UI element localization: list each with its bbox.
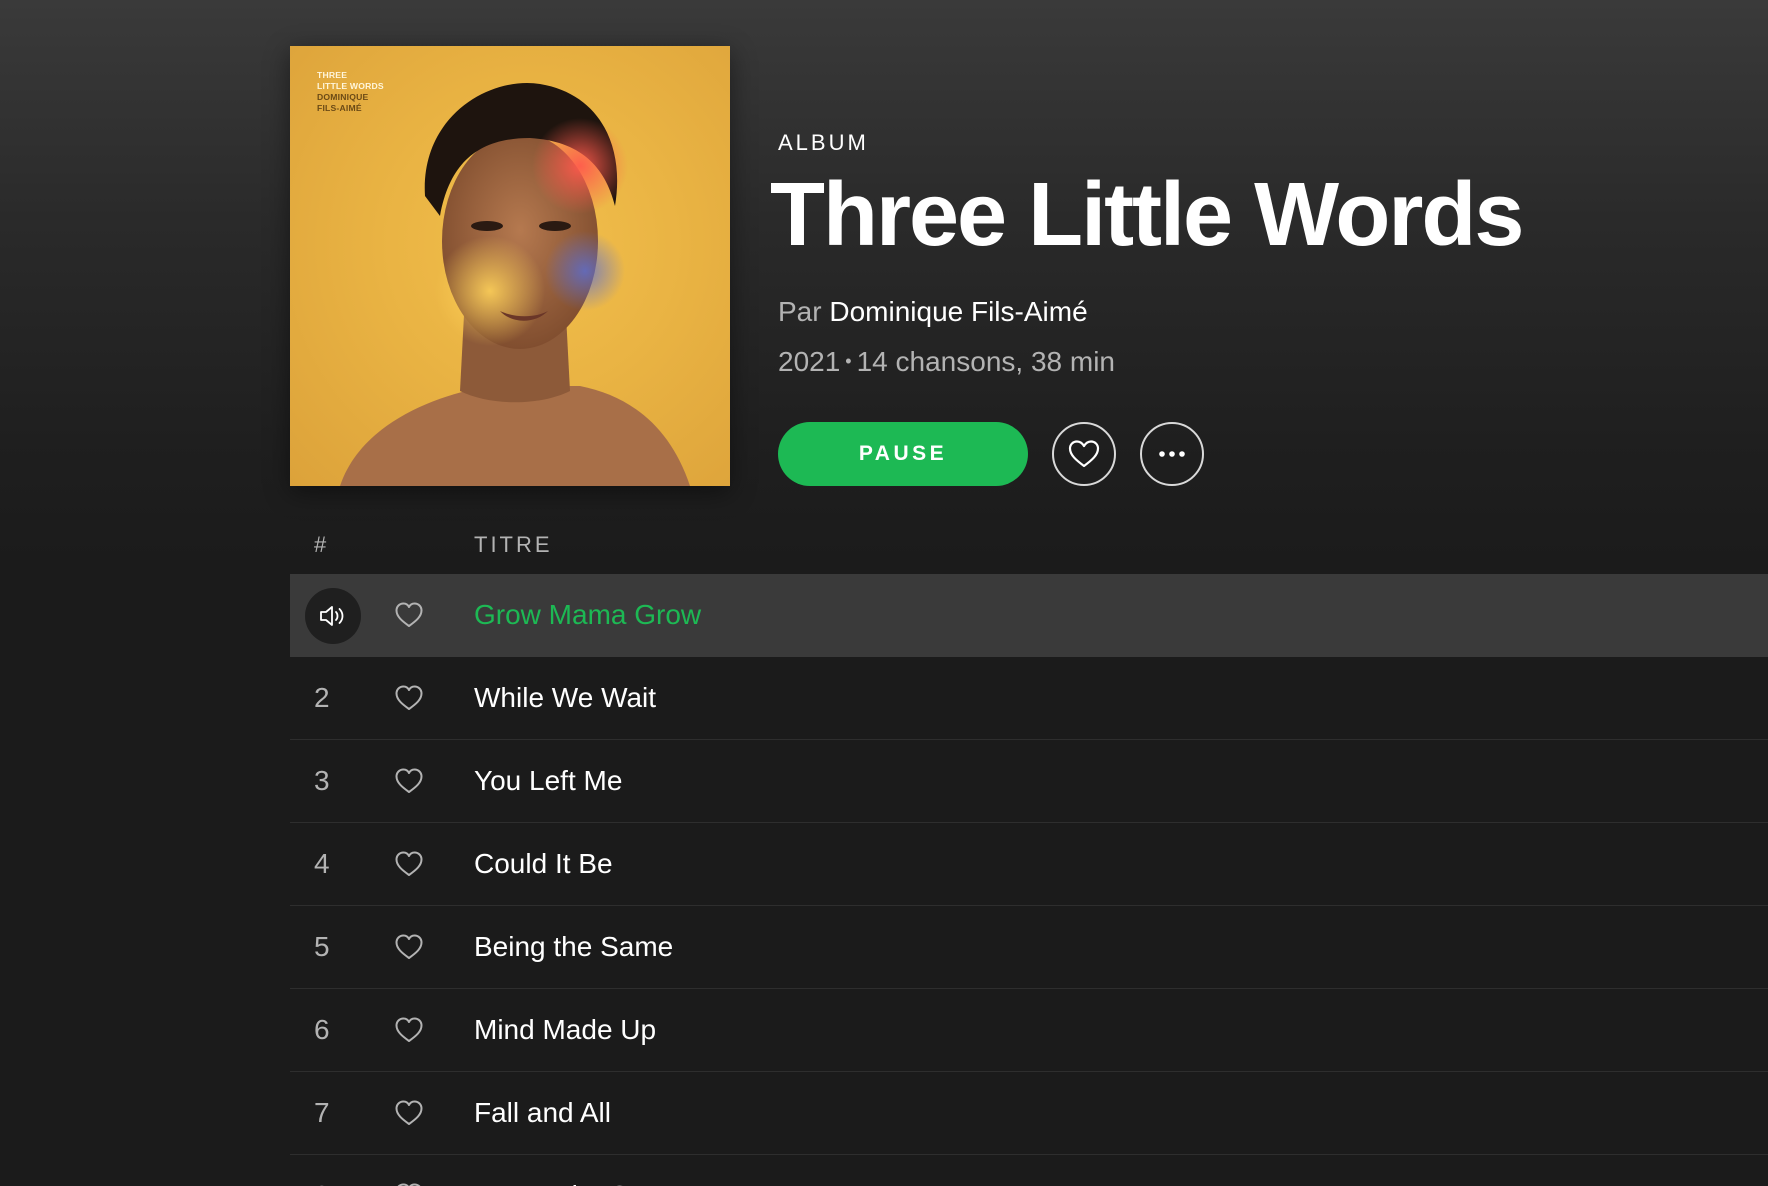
- now-playing-indicator[interactable]: [305, 588, 361, 644]
- track-number: 8: [314, 1155, 344, 1186]
- more-options-button[interactable]: [1140, 422, 1204, 486]
- album-artist-line: Par Dominique Fils-Aimé: [778, 296, 1088, 328]
- album-title: Three Little Words: [770, 165, 1524, 265]
- track-number: 4: [314, 848, 330, 879]
- by-label: Par: [778, 296, 822, 327]
- track-row[interactable]: 6 Mind Made Up: [290, 989, 1768, 1072]
- cover-text-line: FILS-AIMÉ: [317, 103, 362, 113]
- heart-icon[interactable]: [394, 1016, 424, 1044]
- cover-text: THREE LITTLE WORDS DOMINIQUE FILS-AIMÉ: [317, 70, 437, 114]
- album-meta: 2021 • 14 chansons, 38 min: [778, 346, 1115, 378]
- album-year: 2021: [778, 346, 841, 377]
- track-title: Fall and All: [474, 1097, 611, 1128]
- track-row[interactable]: 3 You Left Me: [290, 740, 1768, 823]
- track-title: Being the Same: [474, 931, 674, 962]
- heart-icon[interactable]: [394, 1182, 424, 1186]
- heart-icon[interactable]: [394, 1099, 424, 1127]
- track-title: Love Take Over: [474, 1155, 670, 1186]
- pause-button[interactable]: PAUSE: [778, 422, 1028, 486]
- track-number: 5: [314, 931, 330, 962]
- track-title: While We Wait: [474, 682, 657, 713]
- track-title: Grow Mama Grow: [474, 599, 702, 630]
- track-row[interactable]: 8 Love Take Over: [290, 1155, 1768, 1186]
- cover-text-line: LITTLE WORDS: [317, 81, 384, 91]
- cover-text-line: THREE: [317, 70, 348, 80]
- like-album-button[interactable]: [1052, 422, 1116, 486]
- heart-icon[interactable]: [394, 684, 424, 712]
- track-title: You Left Me: [474, 765, 623, 796]
- album-type-label: ALBUM: [778, 130, 869, 155]
- track-title: Mind Made Up: [474, 1014, 657, 1045]
- track-list: Grow Mama Grow 2 While We Wait 3 You Lef…: [290, 574, 1768, 1186]
- track-row[interactable]: Grow Mama Grow: [290, 574, 1768, 657]
- track-number: 2: [314, 682, 330, 713]
- heart-icon[interactable]: [394, 601, 424, 629]
- heart-icon[interactable]: [394, 850, 424, 878]
- track-number: 6: [314, 1014, 330, 1045]
- track-row[interactable]: 4 Could It Be: [290, 823, 1768, 906]
- more-dots-icon: [1159, 451, 1185, 457]
- heart-icon: [1068, 440, 1100, 468]
- column-header-number: #: [314, 532, 327, 557]
- track-number: 7: [314, 1097, 330, 1128]
- speaker-icon: [320, 606, 344, 626]
- album-details: 14 chansons, 38 min: [856, 346, 1115, 377]
- track-number: 3: [314, 765, 330, 796]
- album-page: THREE LITTLE WORDS DOMINIQUE FILS-AIMÉ A…: [0, 0, 1768, 1186]
- track-title: Could It Be: [474, 848, 613, 879]
- album-cover-image: THREE LITTLE WORDS DOMINIQUE FILS-AIMÉ: [290, 46, 730, 486]
- track-row[interactable]: 5 Being the Same: [290, 906, 1768, 989]
- column-header-title[interactable]: TITRE: [474, 532, 553, 558]
- heart-icon[interactable]: [394, 933, 424, 961]
- meta-separator: •: [845, 351, 852, 371]
- artist-link[interactable]: Dominique Fils-Aimé: [829, 296, 1087, 327]
- cover-text-line: DOMINIQUE: [317, 92, 369, 102]
- heart-icon[interactable]: [394, 767, 424, 795]
- track-row[interactable]: 7 Fall and All: [290, 1072, 1768, 1155]
- track-row[interactable]: 2 While We Wait: [290, 657, 1768, 740]
